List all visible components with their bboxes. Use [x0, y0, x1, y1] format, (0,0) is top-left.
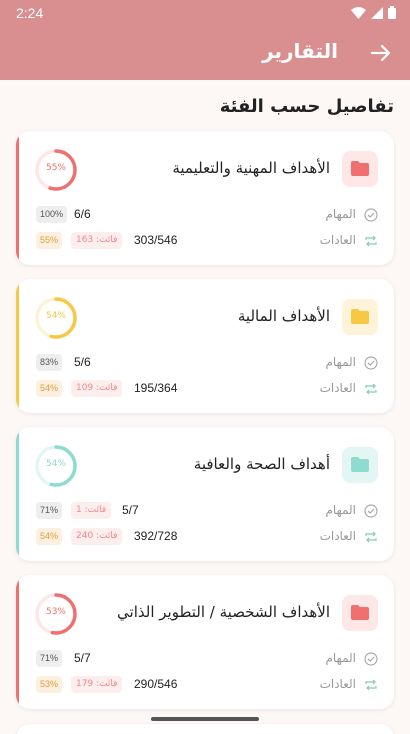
wifi-icon: [351, 6, 366, 19]
folder-icon: [351, 457, 369, 472]
tasks-percent-chip: 71%: [36, 650, 63, 667]
habits-row: العادات 195/364 فائت: 109 54%: [16, 379, 394, 399]
app-bar: التقارير: [0, 26, 410, 80]
habits-row: العادات 303/546 فائت: 163 55%: [16, 231, 394, 251]
tasks-row: المهام 5/7 71%: [16, 649, 394, 669]
habits-count: 392/728: [134, 529, 178, 543]
category-card[interactable]: 54% الأهداف المالية المهام 5/6 83% العاد…: [16, 279, 394, 413]
folder-icon: [351, 605, 369, 620]
category-card[interactable]: 55% الأهداف المهنية والتعليمية المهام 6/…: [16, 131, 394, 265]
progress-percent: 55%: [45, 163, 66, 173]
check-circle-icon: [364, 356, 378, 370]
habits-label: العادات: [319, 529, 356, 543]
tasks-row: المهام 5/6 83%: [16, 353, 394, 373]
repeat-icon: [365, 235, 377, 247]
habits-percent-chip: 53%: [36, 676, 63, 693]
tasks-label: المهام: [325, 503, 356, 517]
tasks-label: المهام: [325, 355, 356, 369]
folder-icon: [351, 161, 369, 176]
habits-percent-chip: 55%: [36, 232, 63, 249]
tasks-count: 5/7: [74, 651, 91, 665]
tasks-row: المهام 5/7 فائت: 1 71%: [16, 501, 394, 521]
category-name: الأهداف الشخصية / التطوير الذاتي: [117, 603, 330, 621]
status-time: 2:24: [16, 5, 44, 21]
repeat-icon: [365, 383, 377, 395]
check-circle-icon: [364, 208, 378, 222]
repeat-icon: [365, 531, 377, 543]
page-title: التقارير: [262, 39, 338, 63]
progress-ring: 54%: [34, 444, 78, 488]
habits-missed-chip: فائت: 179: [71, 676, 123, 693]
tasks-row: المهام 6/6 100%: [16, 205, 394, 225]
habits-missed-chip: فائت: 163: [71, 232, 123, 249]
habits-label: العادات: [319, 677, 356, 691]
tasks-count: 5/6: [74, 355, 91, 369]
habits-row: العادات 392/728 فائت: 240 54%: [16, 527, 394, 547]
category-card[interactable]: 53% الأهداف الشخصية / التطوير الذاتي الم…: [16, 575, 394, 709]
repeat-icon: [365, 679, 377, 691]
category-name: الأهداف المهنية والتعليمية: [172, 159, 330, 177]
tasks-missed-chip: فائت: 1: [71, 502, 112, 519]
habits-missed-chip: فائت: 240: [71, 528, 123, 545]
habits-row: العادات 290/546 فائت: 179 53%: [16, 675, 394, 695]
category-icon-box: [342, 447, 378, 483]
section-title: تفاصيل حسب الفئة: [219, 96, 394, 117]
habits-missed-chip: فائت: 109: [71, 380, 123, 397]
habits-percent-chip: 54%: [36, 380, 63, 397]
tasks-label: المهام: [325, 651, 356, 665]
progress-percent: 53%: [45, 607, 66, 617]
category-icon-box: [342, 299, 378, 335]
habits-count: 290/546: [134, 677, 178, 691]
status-bar: 2:24: [0, 0, 410, 26]
progress-percent: 54%: [45, 311, 66, 321]
tasks-percent-chip: 71%: [36, 502, 63, 519]
tasks-count: 5/7: [122, 503, 139, 517]
home-indicator: [151, 717, 259, 721]
category-card[interactable]: 54% أهداف الصحة والعافية المهام 5/7 فائت…: [16, 427, 394, 561]
check-circle-icon: [364, 504, 378, 518]
progress-ring: 55%: [34, 148, 78, 192]
habits-count: 195/364: [134, 381, 178, 395]
folder-icon: [351, 309, 369, 324]
tasks-count: 6/6: [74, 207, 91, 221]
habits-label: العادات: [319, 233, 356, 247]
progress-percent: 54%: [45, 459, 66, 469]
arrow-right-icon[interactable]: [368, 40, 394, 66]
category-icon-box: [342, 151, 378, 187]
progress-ring: 54%: [34, 296, 78, 340]
tasks-percent-chip: 100%: [36, 206, 68, 223]
habits-count: 303/546: [134, 233, 178, 247]
habits-label: العادات: [319, 381, 356, 395]
category-icon-box: [342, 595, 378, 631]
tasks-percent-chip: 83%: [36, 354, 63, 371]
habits-percent-chip: 54%: [36, 528, 63, 545]
category-name: الأهداف المالية: [237, 307, 330, 325]
signal-icon: [371, 6, 383, 19]
battery-icon: [388, 6, 396, 19]
category-card-partial[interactable]: [16, 724, 394, 734]
status-icons: [351, 6, 396, 19]
progress-ring: 53%: [34, 592, 78, 636]
category-name: أهداف الصحة والعافية: [193, 455, 330, 473]
check-circle-icon: [364, 652, 378, 666]
tasks-label: المهام: [325, 207, 356, 221]
